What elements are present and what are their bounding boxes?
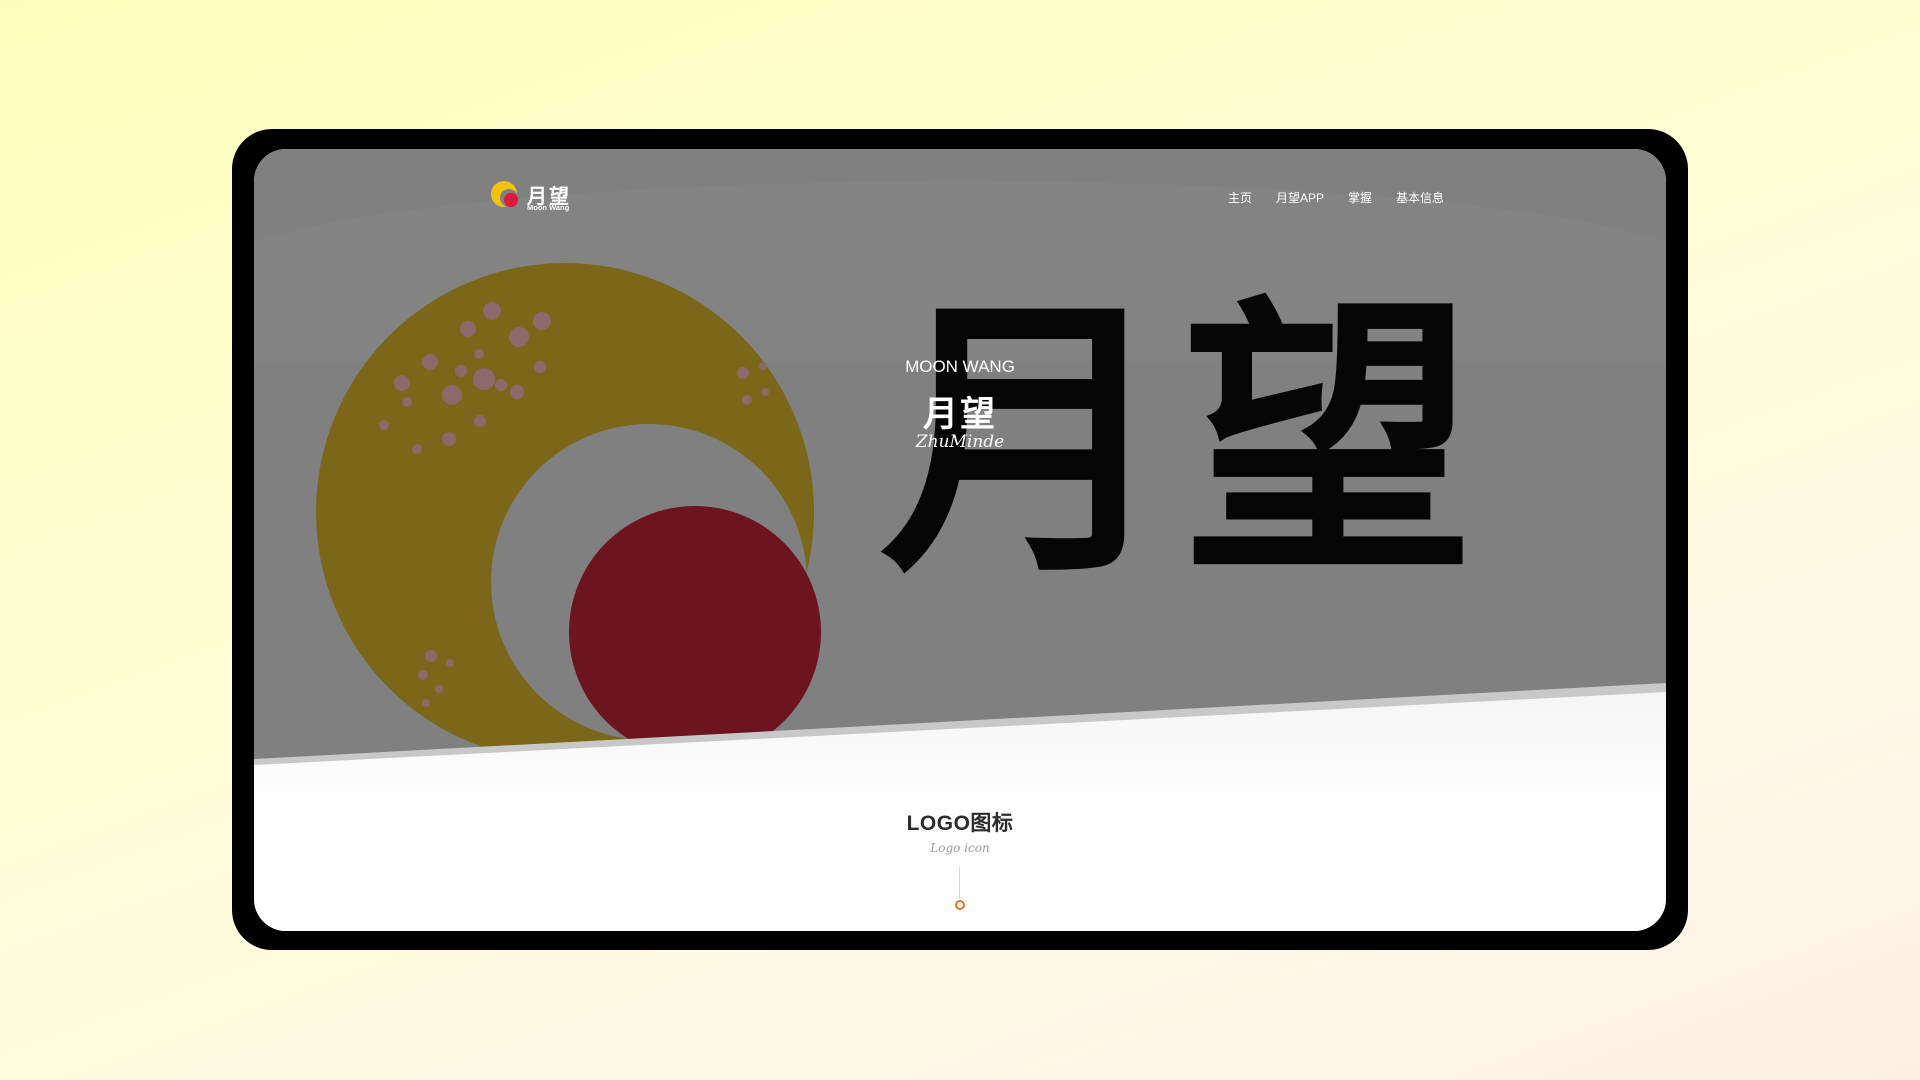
- tablet-screen: 月望 月望 Moon Wang 主页 月望APP 掌握 基本信息 MOON WA…: [254, 149, 1666, 931]
- tablet-frame: 月望 月望 Moon Wang 主页 月望APP 掌握 基本信息 MOON WA…: [232, 129, 1688, 950]
- section-title: LOGO图标: [906, 812, 1014, 835]
- section-subtitle: Logo icon: [930, 841, 990, 855]
- section-divider-line: [959, 867, 960, 899]
- section-accent-dot: [955, 900, 965, 910]
